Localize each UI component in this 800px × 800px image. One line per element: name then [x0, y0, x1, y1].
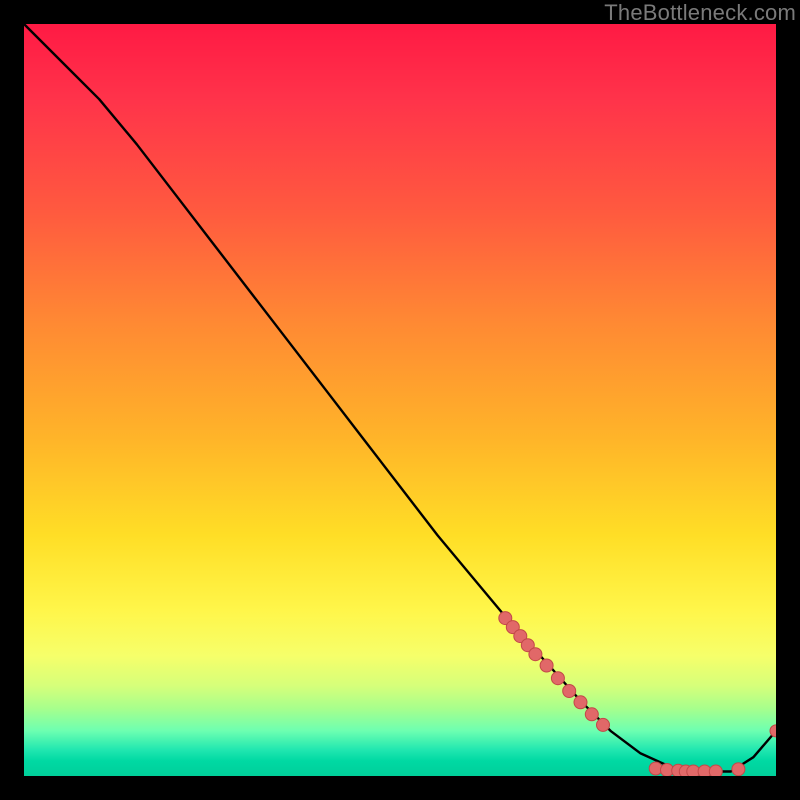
data-marker [709, 765, 722, 776]
data-marker [732, 763, 745, 776]
bottleneck-curve [24, 24, 776, 772]
data-marker [540, 659, 553, 672]
data-marker [551, 672, 564, 685]
chart-overlay [24, 24, 776, 776]
data-marker [597, 718, 610, 731]
watermark-text: TheBottleneck.com [604, 0, 796, 26]
data-marker [574, 696, 587, 709]
data-marker [529, 648, 542, 661]
data-marker [563, 685, 576, 698]
plot-area [24, 24, 776, 776]
data-marker [585, 708, 598, 721]
chart-stage: TheBottleneck.com [0, 0, 800, 800]
